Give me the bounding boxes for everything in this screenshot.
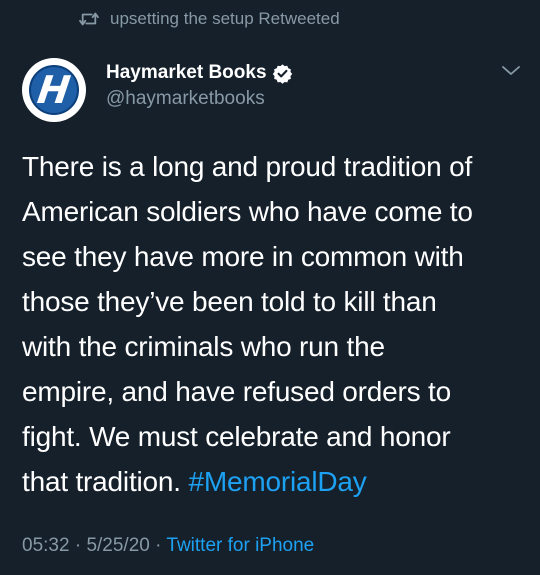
retweet-icon [79,12,99,26]
tweet-line: There is a long and proud tradition of [22,151,473,182]
tweet-body: There is a long and proud tradition of A… [22,144,522,504]
tweet-line: see they have more in common with [22,241,464,272]
tweet-line: with the criminals who run the [22,331,385,362]
hashtag-link[interactable]: #MemorialDay [188,466,366,497]
avatar[interactable]: H [22,58,86,122]
tweet-line-text: that tradition. [22,466,189,497]
tweet-line: those they’ve been told to kill than [22,286,437,317]
tweet-line: empire, and have refused orders to [22,376,452,407]
avatar-letter: H [35,68,73,112]
tweet-line: fight. We must celebrate and honor [22,421,451,452]
meta-separator: · [69,535,87,556]
retweet-text: upsetting the setup Retweeted [110,9,340,28]
tweet-last-line: that tradition. #MemorialDay [22,459,522,504]
retweet-context[interactable]: upsetting the setup Retweeted [78,7,340,31]
tweet-metadata: 05:32 · 5/25/20 · Twitter for iPhone [22,535,314,557]
chevron-down-icon[interactable] [500,64,522,78]
tweet-source-link[interactable]: Twitter for iPhone [166,535,314,556]
meta-separator: · [149,535,167,556]
haymarket-logo-icon: H [26,62,82,118]
tweet-date[interactable]: 5/25/20 [86,535,149,556]
author-handle[interactable]: @haymarketbooks [106,88,293,110]
display-name[interactable]: Haymarket Books [106,62,267,84]
author-block[interactable]: Haymarket Books @haymarketbooks [106,60,293,110]
tweet-line: American soldiers who have come to [22,196,473,227]
tweet-time[interactable]: 05:32 [22,535,70,556]
verified-badge-icon [272,63,292,84]
